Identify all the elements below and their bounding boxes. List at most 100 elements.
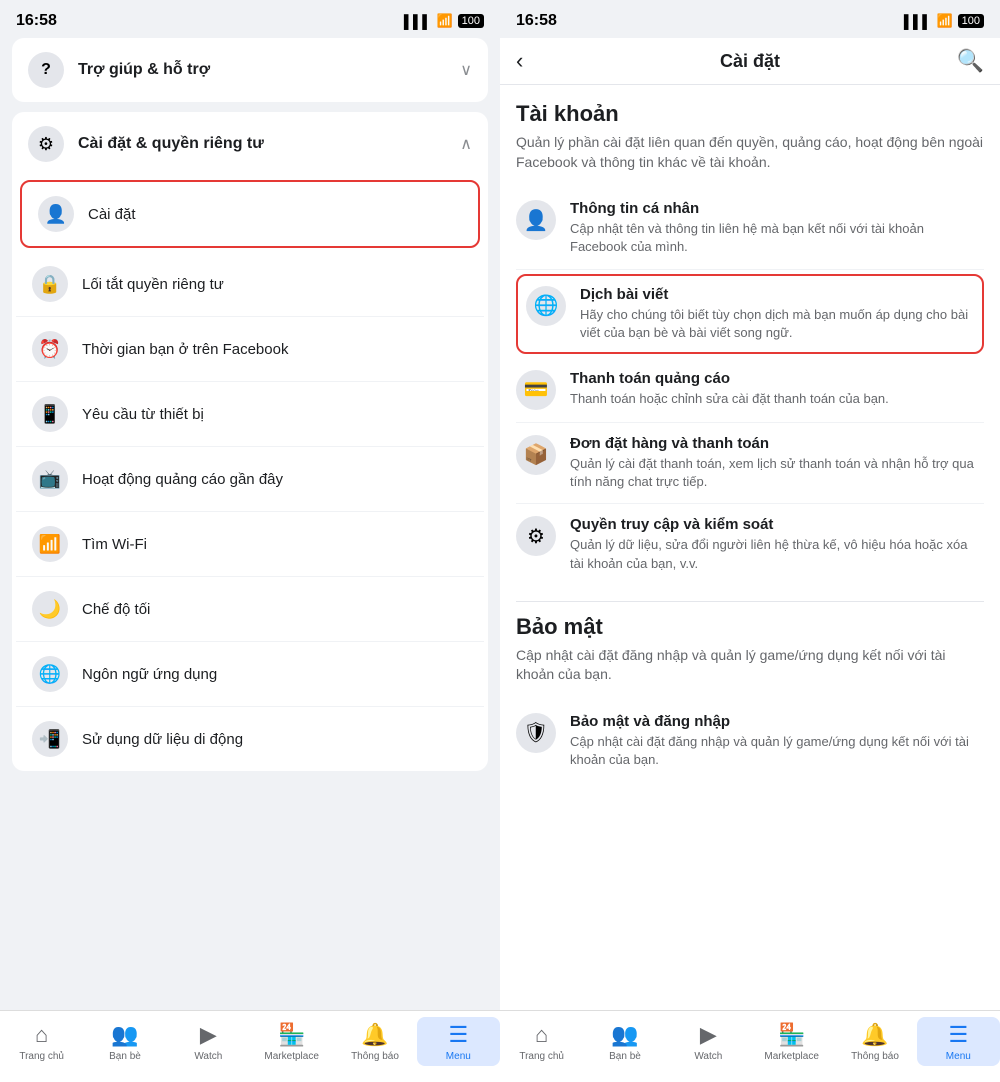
- control-icon: ⚙: [516, 516, 556, 556]
- right-nav-watch[interactable]: ▶ Watch: [667, 1017, 750, 1066]
- left-nav-friends[interactable]: 👥 Bạn bè: [83, 1017, 166, 1066]
- dark-mode-item[interactable]: 🌙 Chế độ tối: [16, 577, 484, 642]
- shield-icon: 🛡: [516, 713, 556, 753]
- baomatdangnhap-item[interactable]: 🛡 Bảo mật và đăng nhập Cập nhật cài đặt …: [516, 701, 984, 781]
- baomat-desc: Cập nhật cài đặt đăng nhập và quản lý ga…: [516, 646, 984, 685]
- lock-icon: 🔒: [32, 266, 68, 302]
- tai-khoan-group: Tài khoản Quản lý phần cài đặt liên quan…: [516, 101, 984, 585]
- time-on-facebook-item[interactable]: ⏰ Thời gian bạn ở trên Facebook: [16, 317, 484, 382]
- left-status-icons: ▌▌▌ 📶 100: [404, 13, 484, 29]
- right-bell-icon: 🔔: [861, 1022, 888, 1048]
- left-nav-marketplace[interactable]: 🏪 Marketplace: [250, 1017, 333, 1066]
- back-button[interactable]: ‹: [516, 48, 552, 74]
- thongtin-desc: Cập nhật tên và thông tin liên hệ mà bạn…: [570, 220, 984, 256]
- watch-label: Watch: [194, 1051, 222, 1062]
- help-header-left: ? Trợ giúp & hỗ trợ: [28, 52, 210, 88]
- settings-header-left: ⚙ Cài đặt & quyền riêng tư: [28, 126, 264, 162]
- settings-chevron: ∧: [460, 134, 472, 154]
- wifi-label: Tìm Wi-Fi: [82, 536, 468, 553]
- left-nav-home[interactable]: ⌂ Trang chủ: [0, 1017, 83, 1066]
- package-icon: 📦: [516, 435, 556, 475]
- section-divider: [516, 601, 984, 602]
- left-nav-notifications[interactable]: 🔔 Thông báo: [333, 1017, 416, 1066]
- dich-desc: Hãy cho chúng tôi biết tùy chọn dịch mà …: [580, 306, 974, 342]
- thanhtoan-content: Thanh toán quảng cáo Thanh toán hoặc chỉ…: [570, 370, 984, 408]
- wifi-icon: 📶: [436, 13, 452, 29]
- right-menu-icon: ☰: [948, 1022, 968, 1048]
- right-content: Tài khoản Quản lý phần cài đặt liên quan…: [500, 85, 1000, 1010]
- baomat-group: Bảo mật Cập nhật cài đặt đăng nhập và qu…: [516, 614, 984, 782]
- wifi-icon: 📶: [32, 526, 68, 562]
- right-nav-menu[interactable]: ☰ Menu: [917, 1017, 1000, 1066]
- data-usage-item[interactable]: 📲 Sử dụng dữ liệu di động: [16, 707, 484, 771]
- help-header[interactable]: ? Trợ giúp & hỗ trợ ∨: [12, 38, 488, 102]
- donhang-item[interactable]: 📦 Đơn đặt hàng và thanh toán Quản lý cài…: [516, 423, 984, 504]
- right-wifi-icon: 📶: [936, 13, 952, 29]
- dich-item[interactable]: 🌐 Dịch bài viết Hãy cho chúng tôi biết t…: [518, 276, 982, 352]
- right-home-icon: ⌂: [535, 1022, 548, 1048]
- help-section[interactable]: ? Trợ giúp & hỗ trợ ∨: [12, 38, 488, 102]
- right-nav-home[interactable]: ⌂ Trang chủ: [500, 1017, 583, 1066]
- thanhtoan-desc: Thanh toán hoặc chỉnh sửa cài đặt thanh …: [570, 390, 984, 408]
- privacy-shortcut-item[interactable]: 🔒 Lối tắt quyền riêng tư: [16, 252, 484, 317]
- right-watch-icon: ▶: [700, 1022, 717, 1048]
- ad-label: Hoạt động quảng cáo gần đây: [82, 471, 468, 488]
- bell-icon: 🔔: [361, 1022, 388, 1048]
- right-battery-icon: 100: [958, 14, 984, 28]
- left-time: 16:58: [16, 12, 57, 30]
- right-nav-marketplace[interactable]: 🏪 Marketplace: [750, 1017, 833, 1066]
- settings-header[interactable]: ⚙ Cài đặt & quyền riêng tư ∧: [12, 112, 488, 176]
- ad-activity-item[interactable]: 📺 Hoạt động quảng cáo gần đây: [16, 447, 484, 512]
- caidat-highlighted[interactable]: 👤 Cài đặt: [20, 180, 480, 248]
- dich-highlighted-wrapper: 🌐 Dịch bài viết Hãy cho chúng tôi biết t…: [516, 274, 984, 354]
- left-nav-menu[interactable]: ☰ Menu: [417, 1017, 500, 1066]
- settings-label: Cài đặt & quyền riêng tư: [78, 135, 264, 153]
- caidat-item[interactable]: 👤 Cài đặt: [22, 182, 478, 246]
- baomatdangnhap-title: Bảo mật và đăng nhập: [570, 713, 984, 730]
- right-nav-notifications[interactable]: 🔔 Thông báo: [833, 1017, 916, 1066]
- quyentrinh-desc: Quản lý dữ liệu, sửa đổi người liên hệ t…: [570, 536, 984, 572]
- menu-label: Menu: [446, 1051, 471, 1062]
- thanhtoan-title: Thanh toán quảng cáo: [570, 370, 984, 387]
- baomatdangnhap-content: Bảo mật và đăng nhập Cập nhật cài đặt đă…: [570, 713, 984, 769]
- right-watch-label: Watch: [694, 1051, 722, 1062]
- caidat-label: Cài đặt: [88, 206, 462, 223]
- header-title: Cài đặt: [552, 51, 948, 72]
- baomatdangnhap-desc: Cập nhật cài đặt đăng nhập và quản lý ga…: [570, 733, 984, 769]
- caidat-highlighted-wrapper: 👤 Cài đặt: [20, 180, 480, 248]
- tai-khoan-desc: Quản lý phần cài đặt liên quan đến quyền…: [516, 133, 984, 172]
- wifi-item[interactable]: 📶 Tìm Wi-Fi: [16, 512, 484, 577]
- left-nav-watch[interactable]: ▶ Watch: [167, 1017, 250, 1066]
- search-button[interactable]: 🔍: [948, 48, 984, 74]
- right-nav-friends[interactable]: 👥 Bạn bè: [583, 1017, 666, 1066]
- dich-content: Dịch bài viết Hãy cho chúng tôi biết tùy…: [580, 286, 974, 342]
- right-menu-label: Menu: [946, 1051, 971, 1062]
- left-status-bar: 16:58 ▌▌▌ 📶 100: [0, 0, 500, 38]
- quyentrinh-item[interactable]: ⚙ Quyền truy cập và kiểm soát Quản lý dữ…: [516, 504, 984, 584]
- right-marketplace-icon: 🏪: [778, 1022, 805, 1048]
- right-friends-icon: 👥: [611, 1022, 638, 1048]
- tai-khoan-title: Tài khoản: [516, 101, 984, 127]
- thanhtoan-item[interactable]: 💳 Thanh toán quảng cáo Thanh toán hoặc c…: [516, 358, 984, 423]
- card-icon: 💳: [516, 370, 556, 410]
- donhang-content: Đơn đặt hàng và thanh toán Quản lý cài đ…: [570, 435, 984, 491]
- device-label: Yêu cầu từ thiết bị: [82, 406, 468, 423]
- settings-section[interactable]: ⚙ Cài đặt & quyền riêng tư ∧ 👤 Cài đặt 🔒…: [12, 112, 488, 771]
- marketplace-label: Marketplace: [264, 1051, 318, 1062]
- battery-icon: 100: [458, 14, 484, 28]
- language-item[interactable]: 🌐 Ngôn ngữ ứng dụng: [16, 642, 484, 707]
- friends-icon: 👥: [111, 1022, 138, 1048]
- caidat-icon: 👤: [38, 196, 74, 232]
- right-friends-label: Bạn bè: [609, 1051, 641, 1062]
- settings-gear-icon: ⚙: [28, 126, 64, 162]
- device-request-item[interactable]: 📱 Yêu cầu từ thiết bị: [16, 382, 484, 447]
- right-marketplace-label: Marketplace: [764, 1051, 818, 1062]
- ad-icon: 📺: [32, 461, 68, 497]
- thongtin-item[interactable]: 👤 Thông tin cá nhân Cập nhật tên và thôn…: [516, 188, 984, 269]
- friends-label: Bạn bè: [109, 1051, 141, 1062]
- privacy-shortcut-label: Lối tắt quyền riêng tư: [82, 276, 468, 293]
- right-signal-icon: ▌▌▌: [904, 14, 932, 29]
- right-panel: 16:58 ▌▌▌ 📶 100 ‹ Cài đặt 🔍 Tài khoản Qu…: [500, 0, 1000, 1082]
- right-bottom-nav: ⌂ Trang chủ 👥 Bạn bè ▶ Watch 🏪 Marketpla…: [500, 1010, 1000, 1082]
- donhang-title: Đơn đặt hàng và thanh toán: [570, 435, 984, 452]
